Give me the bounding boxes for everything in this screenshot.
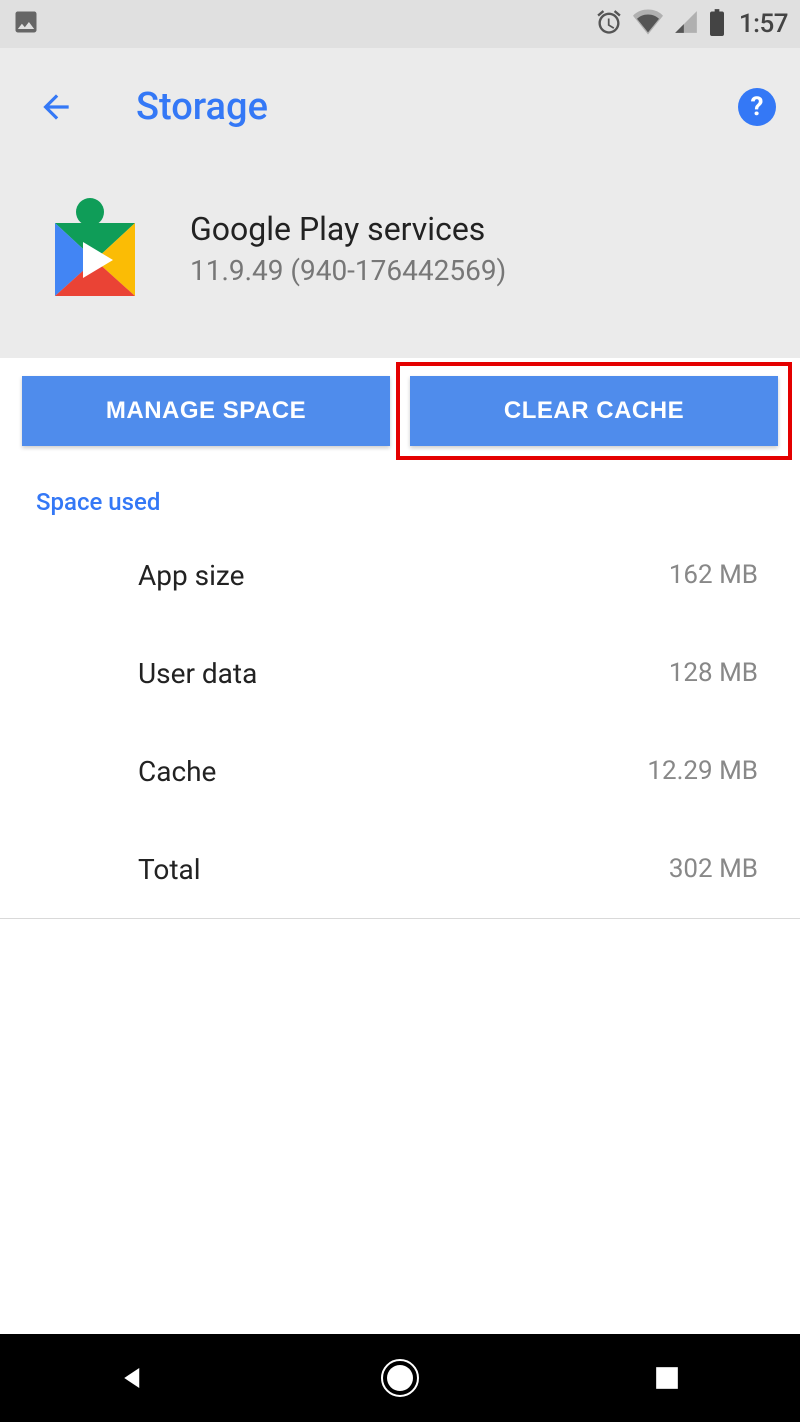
help-button[interactable]: ? [738,88,776,126]
row-user-data: User data 128 MB [36,624,764,722]
nav-recents-button[interactable] [607,1348,727,1408]
row-value: 162 MB [669,560,764,590]
help-icon: ? [751,92,764,122]
square-recents-icon [654,1365,680,1391]
row-cache: Cache 12.29 MB [36,722,764,820]
row-label: Cache [138,755,647,788]
battery-icon [709,8,725,40]
status-bar: 1:57 [0,0,800,48]
clear-cache-highlight: CLEAR CACHE [396,362,792,460]
navigation-bar [0,1334,800,1422]
screenshot-icon [12,21,40,40]
app-version: 11.9.49 (940-176442569) [190,254,506,287]
clear-cache-button[interactable]: CLEAR CACHE [410,376,778,446]
header-section: Storage ? Google Play [0,48,800,358]
row-label: User data [138,657,669,690]
nav-back-button[interactable] [73,1348,193,1408]
row-value: 12.29 MB [647,756,764,786]
button-row: MANAGE SPACE CLEAR CACHE [22,376,778,446]
circle-home-icon [380,1358,420,1398]
app-bar: Storage ? [0,48,800,138]
app-name: Google Play services [190,210,506,248]
content: MANAGE SPACE CLEAR CACHE Space used App … [0,358,800,919]
row-value: 302 MB [669,854,764,884]
row-label: Total [138,853,669,886]
manage-space-button[interactable]: MANAGE SPACE [22,376,390,446]
divider [0,918,800,919]
triangle-back-icon [118,1363,148,1393]
app-info: Google Play services 11.9.49 (940-176442… [0,138,800,328]
nav-home-button[interactable] [340,1348,460,1408]
status-time: 1:57 [739,9,788,39]
row-total: Total 302 MB [36,820,764,918]
storage-list: App size 162 MB User data 128 MB Cache 1… [22,526,778,918]
play-services-icon [50,198,140,298]
wifi-icon [633,9,663,39]
row-app-size: App size 162 MB [36,526,764,624]
alarm-icon [595,8,623,40]
row-label: App size [138,559,669,592]
row-value: 128 MB [669,658,764,688]
back-arrow-icon [37,88,75,126]
page-title: Storage [136,85,738,129]
back-button[interactable] [36,87,76,127]
screen: 1:57 Storage ? [0,0,800,1422]
cell-signal-icon [673,9,699,39]
space-used-header: Space used [36,488,778,516]
